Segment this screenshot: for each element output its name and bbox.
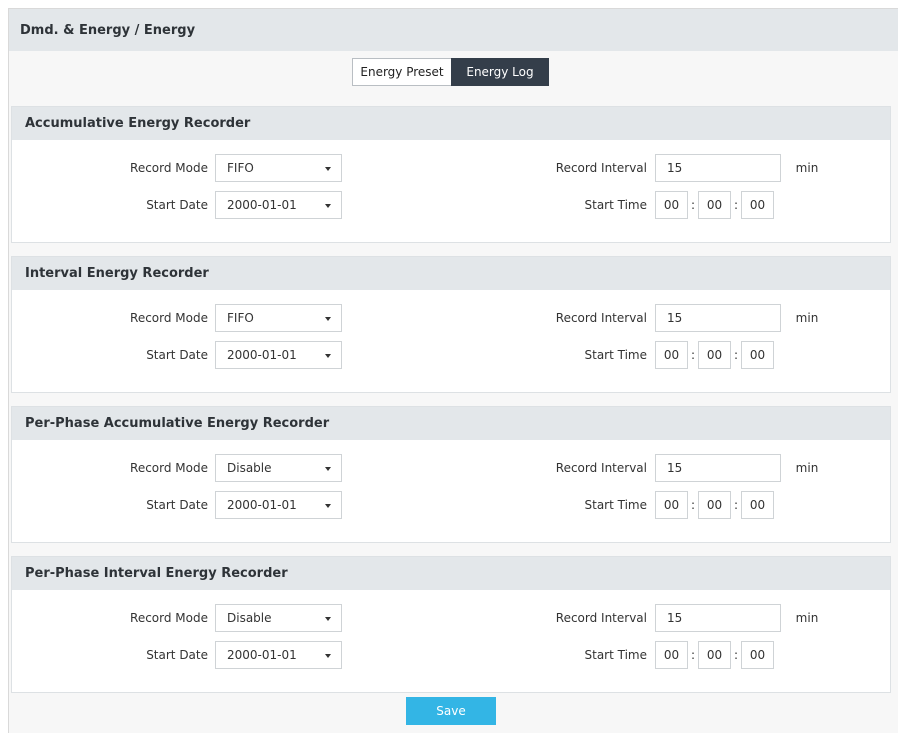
- start-date-value: 2000-01-01: [227, 348, 297, 362]
- time-separator: :: [690, 498, 696, 512]
- start-date-label: Start Date: [146, 348, 208, 362]
- tab-energy-preset[interactable]: Energy Preset: [352, 58, 451, 86]
- unit-label: min: [795, 161, 819, 175]
- start-date-value: 2000-01-01: [227, 498, 297, 512]
- start-date-label: Start Date: [146, 648, 208, 662]
- record-interval-input[interactable]: 15: [655, 154, 781, 182]
- save-button[interactable]: Save: [406, 697, 496, 725]
- record-mode-label: Record Mode: [130, 311, 208, 325]
- chevron-down-icon: [325, 467, 331, 471]
- record-mode-value: Disable: [227, 611, 272, 625]
- chevron-down-icon: [325, 617, 331, 621]
- tab-energy-log[interactable]: Energy Log: [451, 58, 549, 86]
- record-interval-input[interactable]: 15: [655, 304, 781, 332]
- time-separator: :: [733, 348, 739, 362]
- time-separator: :: [733, 648, 739, 662]
- record-row: Record Mode FIFO Record Interval 15 min: [12, 154, 890, 182]
- section-accumulative-energy-recorder: Accumulative Energy Recorder Record Mode…: [11, 106, 891, 243]
- tab-bar: Energy Preset Energy Log: [352, 58, 549, 86]
- start-date-label: Start Date: [146, 498, 208, 512]
- chevron-down-icon: [325, 317, 331, 321]
- section-title: Per-Phase Interval Energy Recorder: [12, 557, 890, 590]
- time-separator: :: [690, 198, 696, 212]
- start-time-hour-input[interactable]: 00: [655, 191, 688, 219]
- start-date-select[interactable]: 2000-01-01: [215, 641, 342, 669]
- chevron-down-icon: [325, 167, 331, 171]
- chevron-down-icon: [325, 504, 331, 508]
- time-separator: :: [690, 348, 696, 362]
- record-mode-label: Record Mode: [130, 611, 208, 625]
- section-interval-energy-recorder: Interval Energy Recorder Record Mode FIF…: [11, 256, 891, 393]
- start-time-label: Start Time: [584, 198, 648, 212]
- chevron-down-icon: [325, 354, 331, 358]
- section-title: Accumulative Energy Recorder: [12, 107, 890, 140]
- start-date-select[interactable]: 2000-01-01: [215, 341, 342, 369]
- start-time-minute-input[interactable]: 00: [698, 491, 731, 519]
- chevron-down-icon: [325, 204, 331, 208]
- start-time-second-input[interactable]: 00: [741, 191, 774, 219]
- start-date-label: Start Date: [146, 198, 208, 212]
- record-interval-input[interactable]: 15: [655, 454, 781, 482]
- start-time-hour-input[interactable]: 00: [655, 641, 688, 669]
- time-separator: :: [733, 498, 739, 512]
- record-mode-select[interactable]: FIFO: [215, 304, 342, 332]
- section-per-phase-interval-energy-recorder: Per-Phase Interval Energy Recorder Recor…: [11, 556, 891, 693]
- unit-label: min: [795, 311, 819, 325]
- start-time-second-input[interactable]: 00: [741, 491, 774, 519]
- start-row: Start Date 2000-01-01 Start Time 00 : 00…: [12, 491, 890, 519]
- record-interval-label: Record Interval: [555, 461, 647, 475]
- time-separator: :: [733, 198, 739, 212]
- unit-label: min: [795, 461, 819, 475]
- record-interval-label: Record Interval: [555, 611, 647, 625]
- start-time-second-input[interactable]: 00: [741, 341, 774, 369]
- record-row: Record Mode FIFO Record Interval 15 min: [12, 304, 890, 332]
- time-separator: :: [690, 648, 696, 662]
- record-mode-select[interactable]: FIFO: [215, 154, 342, 182]
- start-date-value: 2000-01-01: [227, 198, 297, 212]
- start-row: Start Date 2000-01-01 Start Time 00 : 00…: [12, 641, 890, 669]
- start-date-select[interactable]: 2000-01-01: [215, 191, 342, 219]
- page-title: Dmd. & Energy / Energy: [9, 9, 898, 51]
- section-title: Interval Energy Recorder: [12, 257, 890, 290]
- record-mode-label: Record Mode: [130, 461, 208, 475]
- record-interval-label: Record Interval: [555, 161, 647, 175]
- record-row: Record Mode Disable Record Interval 15 m…: [12, 604, 890, 632]
- start-time-label: Start Time: [584, 348, 648, 362]
- record-mode-select[interactable]: Disable: [215, 604, 342, 632]
- section-per-phase-accumulative-energy-recorder: Per-Phase Accumulative Energy Recorder R…: [11, 406, 891, 543]
- start-time-hour-input[interactable]: 00: [655, 491, 688, 519]
- start-date-select[interactable]: 2000-01-01: [215, 491, 342, 519]
- unit-label: min: [795, 611, 819, 625]
- start-time-minute-input[interactable]: 00: [698, 641, 731, 669]
- start-date-value: 2000-01-01: [227, 648, 297, 662]
- record-row: Record Mode Disable Record Interval 15 m…: [12, 454, 890, 482]
- start-time-minute-input[interactable]: 00: [698, 341, 731, 369]
- start-time-label: Start Time: [584, 498, 648, 512]
- start-row: Start Date 2000-01-01 Start Time 00 : 00…: [12, 341, 890, 369]
- record-mode-value: Disable: [227, 461, 272, 475]
- record-mode-value: FIFO: [227, 311, 254, 325]
- start-time-second-input[interactable]: 00: [741, 641, 774, 669]
- start-row: Start Date 2000-01-01 Start Time 00 : 00…: [12, 191, 890, 219]
- section-title: Per-Phase Accumulative Energy Recorder: [12, 407, 890, 440]
- record-mode-value: FIFO: [227, 161, 254, 175]
- start-time-minute-input[interactable]: 00: [698, 191, 731, 219]
- record-mode-label: Record Mode: [130, 161, 208, 175]
- chevron-down-icon: [325, 654, 331, 658]
- record-interval-label: Record Interval: [555, 311, 647, 325]
- record-mode-select[interactable]: Disable: [215, 454, 342, 482]
- start-time-label: Start Time: [584, 648, 648, 662]
- start-time-hour-input[interactable]: 00: [655, 341, 688, 369]
- record-interval-input[interactable]: 15: [655, 604, 781, 632]
